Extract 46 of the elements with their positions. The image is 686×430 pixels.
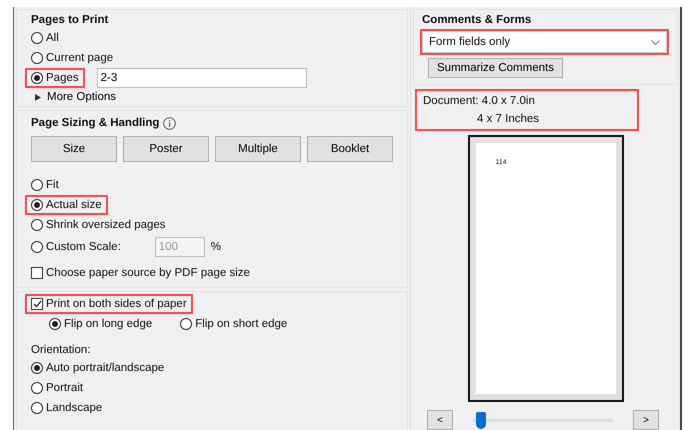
option-label[interactable]: Landscape — [46, 402, 102, 414]
radio-button[interactable] — [49, 318, 61, 330]
radio-button[interactable] — [31, 179, 43, 191]
next-page-button[interactable]: > — [633, 410, 659, 430]
checkbox-option[interactable]: Choose paper source by PDF page size — [27, 265, 254, 281]
radio-button[interactable] — [31, 52, 43, 64]
section-title: Comments & Forms — [422, 14, 532, 26]
section-title: Pages to Print — [31, 14, 110, 26]
checkmark-icon — [32, 300, 42, 308]
option-label[interactable]: Actual size — [46, 199, 102, 211]
radio-button[interactable] — [31, 199, 43, 211]
section-title: Page Sizing & Handling — [31, 117, 160, 129]
page-slider[interactable] — [473, 412, 613, 428]
sizing-button[interactable]: Booklet — [307, 136, 393, 162]
radio-button[interactable] — [31, 402, 43, 414]
radio-button[interactable] — [31, 382, 43, 394]
summarize-comments-button[interactable]: Summarize Comments — [428, 58, 563, 78]
orientation-label: Orientation: — [31, 344, 92, 356]
option-label[interactable]: Flip on short edge — [195, 318, 288, 330]
option-label[interactable]: Flip on long edge — [64, 318, 152, 330]
more-options-toggle[interactable]: More Options — [31, 90, 393, 104]
radio-button[interactable] — [31, 72, 43, 84]
option-label[interactable]: Current page — [46, 52, 114, 64]
radio-button[interactable] — [31, 32, 43, 44]
radio-button[interactable] — [31, 219, 43, 231]
expand-arrow-icon — [35, 94, 41, 100]
option-label[interactable]: Auto portrait/landscape — [46, 362, 164, 374]
radio-button[interactable] — [31, 362, 43, 374]
previous-page-button[interactable]: < — [427, 410, 453, 430]
checkbox-option[interactable]: Print on both sides of paper — [27, 296, 191, 312]
option-label[interactable]: Pages — [46, 72, 79, 84]
sizing-button[interactable]: Poster — [123, 136, 209, 162]
comments-dropdown[interactable]: Form fields only — [422, 31, 667, 53]
chevron-down-icon — [651, 40, 660, 44]
radio-button[interactable] — [180, 318, 192, 330]
sizing-button[interactable]: Size — [31, 136, 117, 162]
option-label[interactable]: Shrink oversized pages — [46, 219, 166, 231]
percent-label: % — [210, 241, 222, 253]
option-label[interactable]: Fit — [46, 179, 59, 191]
option-label[interactable]: Portrait — [46, 382, 84, 394]
paper-size: 4 x 7 Inches — [476, 113, 540, 125]
pages-field[interactable]: 2-3 — [96, 68, 307, 88]
document-size: Document: 4.0 x 7.0in — [423, 95, 536, 107]
info-icon[interactable] — [163, 116, 176, 130]
option-label[interactable]: All — [46, 32, 59, 44]
sizing-button[interactable]: Multiple — [215, 136, 301, 162]
